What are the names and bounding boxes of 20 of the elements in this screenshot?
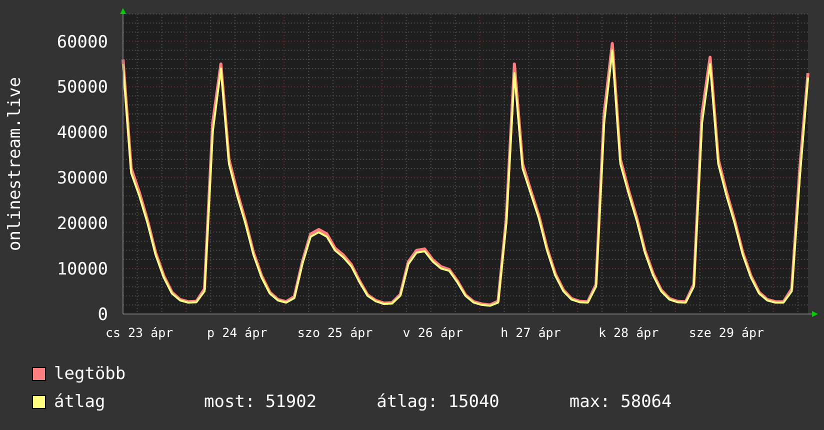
y-tick-label: 50000 [56, 78, 108, 98]
x-tick-label: h 27 ápr [500, 325, 561, 340]
x-tick-label: v 26 ápr [402, 325, 463, 340]
legend-label: átlag [54, 392, 106, 412]
x-tick-label: sze 29 ápr [688, 325, 764, 340]
legend-stat: max: 58064 [569, 392, 672, 412]
x-tick-label: cs 23 ápr [105, 325, 174, 340]
y-tick-label: 30000 [56, 168, 108, 189]
legend-stat: átlag: 15040 [376, 392, 500, 412]
y-tick-label: 20000 [56, 214, 108, 234]
y-tick-label: 40000 [56, 123, 108, 144]
y-tick-label: 60000 [56, 32, 108, 52]
y-tick-label: 0 [98, 305, 108, 325]
x-tick-label: p 24 ápr [207, 325, 268, 340]
x-tick-label: szo 25 ápr [297, 325, 373, 340]
legend-stat: most: 51902 [204, 392, 317, 412]
y-tick-label: 10000 [56, 260, 108, 280]
legend-label: legtöbb [54, 364, 127, 384]
y-axis-title: onlinestream.live [5, 77, 25, 251]
x-tick-label: k 28 ápr [598, 325, 659, 340]
